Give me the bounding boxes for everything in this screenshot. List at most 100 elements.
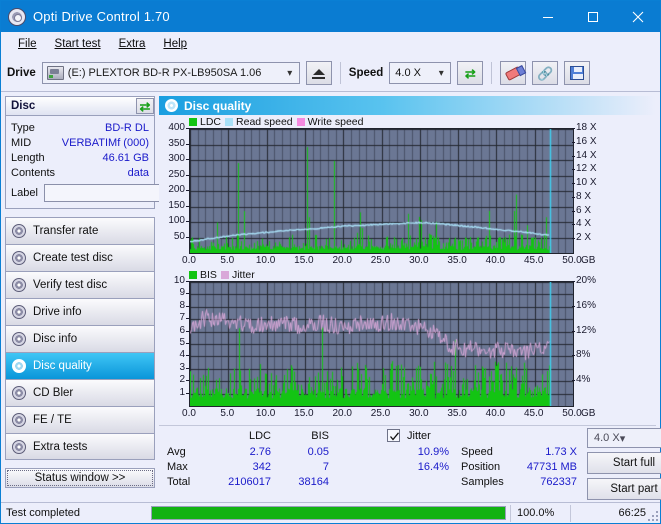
sidebar-item-disc-info[interactable]: Disc info [5, 325, 155, 352]
legend-swatch-write-speed [296, 117, 305, 126]
y2-axis-tick [572, 281, 575, 282]
menu-file[interactable]: File [9, 36, 46, 52]
x-axis-tick-label: 15.0 [294, 408, 314, 419]
speed-select[interactable]: 4.0 X ▾ [389, 62, 452, 84]
sidebar-item-drive-info[interactable]: Drive info [5, 298, 155, 325]
menu-extra-label: Extra [118, 37, 146, 50]
close-icon[interactable] [615, 1, 660, 32]
legend-label-read-speed: Read speed [236, 115, 293, 128]
test-speed-select[interactable]: 4.0 X ▾ [587, 428, 661, 448]
x-axis-tick-label: 5.0 [220, 408, 235, 419]
disc-icon [12, 278, 26, 292]
disc-info-row: MID VERBATIMf (000) [11, 135, 149, 150]
legend-label-jitter: Jitter [231, 268, 255, 281]
legend-write-speed: Write speed [296, 116, 364, 128]
y-axis-tick [186, 330, 189, 332]
x-axis-tick-label: 10.0 [255, 408, 276, 419]
y2-axis-tick-label: 4 X [576, 218, 592, 230]
speed-stat-value: 1.73 X [545, 446, 577, 458]
erase-button[interactable] [500, 61, 527, 85]
y2-axis-tick-label: 20% [576, 275, 597, 286]
menu-help[interactable]: Help [154, 36, 196, 52]
content-panel: Disc quality LDC Read speed Write speed … [159, 92, 661, 501]
sidebar-item-label: FE / TE [33, 414, 72, 426]
x-axis-tick-label: 20.0 [332, 255, 352, 266]
sidebar-item-fe-te[interactable]: FE / TE [5, 406, 155, 433]
disc-refresh-button[interactable]: ⇄ [136, 98, 154, 114]
x-axis-tick-label: 20.0 [332, 408, 352, 419]
y-axis-tick [186, 380, 189, 382]
x-axis-tick-label: 0.0 [182, 408, 196, 419]
sidebar-item-transfer-rate[interactable]: Transfer rate [5, 217, 155, 244]
y2-axis-tick [572, 210, 575, 212]
x-axis-tick-label: 40.0 [485, 408, 506, 419]
start-part-button[interactable]: Start part [587, 478, 661, 500]
y2-axis-tick [572, 155, 575, 157]
bis-plot-canvas[interactable] [189, 281, 574, 407]
legend-bis: BIS [189, 269, 217, 281]
x-axis-tick-label: 5.0 [220, 255, 235, 266]
legend-read-speed: Read speed [225, 116, 293, 128]
disc-icon [12, 439, 26, 454]
legend-swatch-bis [189, 270, 197, 279]
bis-plot-wrap: 10 9 8 7 6 5 4 3 2 1 20% 16% 12% 8% 4% 0.0 5.0 10.0 15.0 20… [159, 275, 656, 421]
sidebar-item-create-test-disc[interactable]: Create test disc [5, 244, 155, 271]
ldc-plot-canvas[interactable] [189, 128, 574, 254]
legend-swatch-read-speed [225, 117, 234, 126]
jitter-max-value: 16.4% [417, 461, 449, 473]
jitter-checkbox[interactable] [387, 429, 400, 442]
save-button[interactable] [564, 61, 591, 85]
sidebar-item-label: Create test disc [33, 252, 113, 264]
disc-icon [12, 251, 26, 265]
sidebar: Disc ⇄ Type BD-R DL MID VERBATIMf (000) … [1, 92, 246, 501]
sidebar-item-verify-test-disc[interactable]: Verify test disc [5, 271, 155, 298]
refresh-button[interactable]: ⇄ [457, 61, 484, 85]
y-axis-tick-label: 350 [168, 137, 185, 149]
jitter-label: Jitter [407, 430, 431, 442]
status-bar: Test completed 100.0% 66:25 [1, 502, 660, 523]
x-axis-unit-label: GB [581, 255, 596, 266]
chevron-down-icon: ▾ [287, 67, 293, 79]
chain-button[interactable]: 🔗 [532, 61, 559, 85]
stats-total-ldc: 2106017 [228, 476, 271, 488]
x-axis-tick-label: 40.0 [485, 255, 506, 266]
y-axis-tick [186, 221, 189, 222]
y-axis-tick [186, 367, 189, 369]
eraser-icon [504, 65, 523, 81]
minimize-icon[interactable] [525, 1, 570, 32]
y-axis-tick [186, 159, 189, 160]
sidebar-item-extra-tests[interactable]: Extra tests [5, 433, 155, 460]
stats-max-bis: 7 [322, 461, 329, 473]
test-speed-value: 4.0 X [594, 432, 620, 444]
y2-axis-tick [572, 224, 575, 226]
eject-icon [312, 69, 325, 75]
position-stat-label: Position [461, 461, 501, 473]
drive-icon [46, 66, 64, 80]
status-window-button[interactable]: Status window >> [5, 468, 155, 488]
status-message: Test completed [6, 507, 80, 519]
y-axis-tick-label: 9 [179, 287, 185, 299]
drive-select[interactable]: (E:) PLEXTOR BD-R PX-LB950SA 1.06 ▾ [41, 62, 300, 84]
y-axis-tick-label: 6 [179, 324, 185, 336]
stats-total-bis: 38164 [298, 476, 329, 488]
start-full-button[interactable]: Start full [587, 452, 661, 474]
x-axis-tick-label: 25.0 [370, 408, 391, 419]
sidebar-item-cd-bler[interactable]: CD Bler [5, 379, 155, 406]
menu-start-test[interactable]: Start test [46, 36, 110, 52]
samples-stat-value: 762337 [540, 476, 577, 488]
progress-bar-fill [152, 507, 505, 519]
disc-length-value: 46.61 GB [102, 151, 149, 164]
y2-axis-tick-label: 18 X [576, 122, 597, 133]
resize-grip[interactable] [648, 511, 658, 521]
menu-extra[interactable]: Extra [110, 36, 155, 52]
x-axis-tick-label: 10.0 [255, 255, 276, 266]
y-axis-tick-label: 3 [179, 361, 185, 373]
chevron-down-icon: ▾ [619, 432, 626, 445]
maximize-icon[interactable] [570, 1, 615, 32]
sidebar-item-disc-quality[interactable]: Disc quality [5, 352, 155, 379]
y-axis-tick-label: 100 [168, 215, 185, 226]
y-axis-tick [186, 205, 189, 207]
eject-button[interactable] [305, 61, 332, 85]
y-axis-tick-label: 200 [168, 184, 185, 195]
y2-axis-tick-label: 16% [576, 299, 597, 311]
